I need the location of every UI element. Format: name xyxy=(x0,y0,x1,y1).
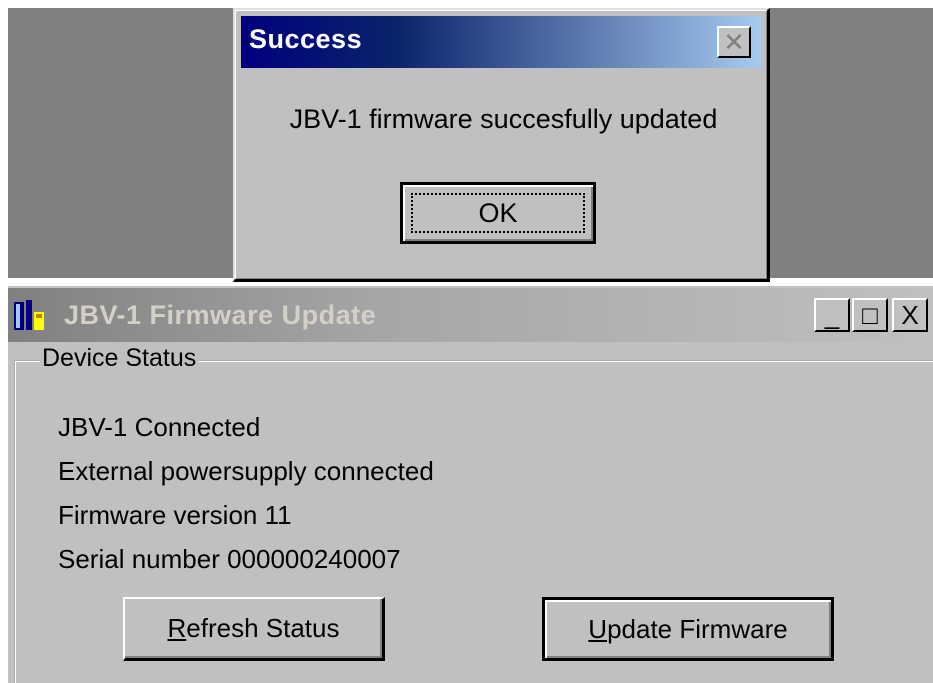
close-icon[interactable]: X xyxy=(892,298,928,332)
refresh-label: efresh Status xyxy=(186,613,340,643)
window-titlebar[interactable]: JBV-1 Firmware Update _ □ X xyxy=(8,288,933,342)
refresh-status-button[interactable]: Refresh Status xyxy=(123,597,385,661)
status-serial-number: Serial number 000000240007 xyxy=(58,544,401,574)
success-dialog: Success ✕ JBV-1 firmware succesfully upd… xyxy=(233,8,770,282)
window-title: JBV-1 Firmware Update xyxy=(64,300,377,330)
group-label: Device Status xyxy=(40,344,199,373)
dialog-title: Success xyxy=(249,24,363,54)
status-connected: JBV-1 Connected xyxy=(58,412,261,442)
app-icon xyxy=(14,300,44,330)
minimize-icon[interactable]: _ xyxy=(814,298,850,332)
maximize-icon[interactable]: □ xyxy=(852,298,888,332)
status-power: External powersupply connected xyxy=(58,456,434,486)
dialog-message: JBV-1 firmware succesfully updated xyxy=(289,104,718,134)
ok-button-label: OK xyxy=(411,193,585,233)
refresh-accel: R xyxy=(167,613,187,643)
update-accel: U xyxy=(588,613,608,644)
ok-button[interactable]: OK xyxy=(400,182,596,244)
update-label: pdate Firmware xyxy=(607,613,788,644)
status-firmware-version: Firmware version 11 xyxy=(58,500,292,530)
dialog-titlebar[interactable]: Success ✕ xyxy=(241,16,761,68)
close-icon[interactable]: ✕ xyxy=(717,26,751,58)
firmware-update-window: JBV-1 Firmware Update _ □ X Device Statu… xyxy=(8,286,933,683)
update-firmware-button[interactable]: Update Firmware xyxy=(542,597,834,661)
